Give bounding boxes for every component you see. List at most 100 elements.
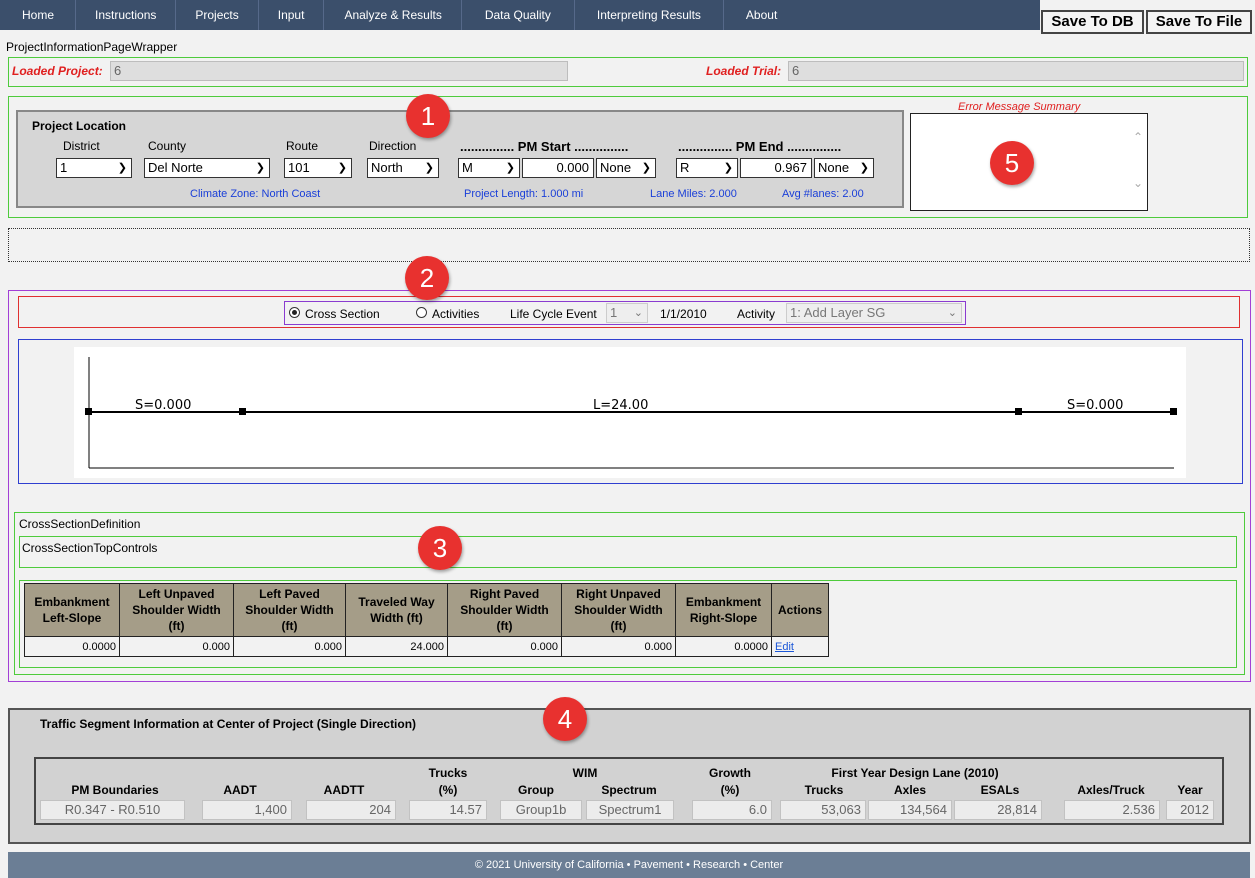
pm-end-prefix-select[interactable]: R ❯ — [676, 158, 738, 178]
header-trucks-pct: (%) — [438, 783, 458, 797]
value-pm-boundaries: R0.347 - R0.510 — [40, 800, 185, 820]
county-select[interactable]: Del Norte ❯ — [144, 158, 270, 178]
wrapper-label: ProjectInformationPageWrapper — [6, 40, 178, 54]
district-select[interactable]: 1 ❯ — [56, 158, 132, 178]
header-aadtt: AADTT — [323, 783, 365, 797]
nav-projects[interactable]: Projects — [176, 0, 259, 30]
chevron-down-icon: ❯ — [255, 162, 265, 174]
direction-select[interactable]: North ❯ — [367, 158, 439, 178]
pm-end-input[interactable]: 0.967 — [740, 158, 812, 178]
activity-select[interactable]: 1: Add Layer SG ⌄ — [786, 303, 962, 323]
callout-badge-4: 4 — [543, 697, 587, 741]
activity-label: Activity — [737, 307, 776, 321]
scroll-down-icon[interactable]: ⌄ — [1133, 176, 1143, 190]
cross-section-radio[interactable] — [289, 307, 300, 318]
node-marker — [1170, 408, 1177, 415]
table-header-row: Embankment Left-Slope Left Unpaved Shoul… — [24, 583, 829, 637]
value-growth-pct: 6.0 — [692, 800, 772, 820]
loaded-trial-field: 6 — [788, 61, 1244, 81]
edit-link[interactable]: Edit — [775, 641, 794, 653]
loaded-project-label: Loaded Project: — [12, 64, 103, 78]
cell-embankment-right: 0.0000 — [675, 636, 772, 657]
callout-badge-1: 1 — [406, 94, 450, 138]
cell-right-paved: 0.000 — [447, 636, 562, 657]
value-aadtt: 204 — [306, 800, 396, 820]
pm-start-prefix-select[interactable]: M ❯ — [458, 158, 520, 178]
group-first-year-header: First Year Design Lane (2010) — [831, 766, 999, 780]
nav-input[interactable]: Input — [259, 0, 325, 30]
loaded-trial-value: 6 — [792, 63, 800, 78]
table-row: 0.0000 0.000 0.000 24.000 0.000 0.000 0.… — [24, 636, 829, 657]
pm-start-input[interactable]: 0.000 — [522, 158, 594, 178]
project-length-text: Project Length: 1.000 mi — [464, 188, 584, 200]
value-esals: 28,814 — [954, 800, 1042, 820]
nav-about[interactable]: About — [724, 0, 799, 30]
direction-label: Direction — [369, 139, 417, 153]
radio-dot-icon — [292, 310, 297, 315]
cross-section-table: Embankment Left-Slope Left Unpaved Shoul… — [24, 583, 829, 657]
nav-interpreting-results[interactable]: Interpreting Results — [575, 0, 724, 30]
loaded-project-field: 6 — [110, 61, 568, 81]
value-year: 2012 — [1166, 800, 1214, 820]
cross-section-radio-label: Cross Section — [305, 307, 380, 321]
chevron-down-icon: ❯ — [337, 162, 347, 174]
life-cycle-select[interactable]: 1 ⌄ — [606, 303, 648, 323]
header-group: Group — [518, 783, 554, 797]
value-trucks: 53,063 — [780, 800, 866, 820]
cell-actions: Edit — [771, 636, 829, 657]
col-traveled-way: Traveled Way Width (ft) — [345, 583, 448, 637]
header-year: Year — [1177, 783, 1203, 797]
pm-start-suffix-select[interactable]: None ❯ — [596, 158, 656, 178]
loaded-project-value: 6 — [114, 63, 122, 78]
cross-section-top-controls-label: CrossSectionTopControls — [22, 541, 158, 555]
cell-embankment-left: 0.0000 — [24, 636, 120, 657]
scroll-up-icon[interactable]: ⌃ — [1133, 130, 1143, 144]
value-trucks-pct: 14.57 — [409, 800, 487, 820]
project-location-legend: Project Location — [32, 119, 127, 133]
col-actions: Actions — [771, 583, 829, 637]
nav-home[interactable]: Home — [0, 0, 77, 30]
chevron-down-icon: ❯ — [723, 162, 733, 174]
col-left-unpaved: Left Unpaved Shoulder Width (ft) — [119, 583, 234, 637]
top-nav: Home Instructions Projects Input Analyze… — [0, 0, 1040, 30]
chevron-down-icon: ❯ — [859, 162, 869, 174]
col-left-paved: Left Paved Shoulder Width (ft) — [233, 583, 346, 637]
chevron-down-icon: ❯ — [117, 162, 127, 174]
cell-left-paved: 0.000 — [233, 636, 346, 657]
cell-traveled-way: 24.000 — [345, 636, 448, 657]
col-embankment-left: Embankment Left-Slope — [24, 583, 120, 637]
chevron-down-icon: ❯ — [505, 162, 515, 174]
right-shoulder-label: S=0.000 — [1067, 398, 1124, 413]
district-label: District — [63, 139, 100, 153]
group-growth-header: Growth — [709, 766, 751, 780]
save-to-file-button[interactable]: Save To File — [1146, 10, 1252, 34]
pm-end-suffix-select[interactable]: None ❯ — [814, 158, 874, 178]
route-select[interactable]: 101 ❯ — [284, 158, 352, 178]
callout-badge-2: 2 — [405, 256, 449, 300]
left-shoulder-label: S=0.000 — [135, 398, 192, 413]
header-axles-truck: Axles/Truck — [1077, 783, 1145, 797]
lane-miles-text: Lane Miles: 2.000 — [650, 188, 737, 200]
cross-section-top-controls — [19, 536, 1237, 568]
event-date: 1/1/2010 — [660, 307, 707, 321]
nav-analyze-results[interactable]: Analyze & Results — [324, 0, 462, 30]
chevron-down-icon: ⌄ — [947, 307, 957, 319]
value-group: Group1b — [500, 800, 582, 820]
nav-data-quality[interactable]: Data Quality — [462, 0, 575, 30]
col-embankment-right: Embankment Right-Slope — [675, 583, 772, 637]
empty-panel — [8, 228, 1250, 262]
save-to-db-button[interactable]: Save To DB — [1041, 10, 1144, 34]
loaded-trial-label: Loaded Trial: — [706, 64, 782, 78]
node-marker — [1015, 408, 1022, 415]
value-axles-truck: 2.536 — [1064, 800, 1160, 820]
activities-radio-label: Activities — [432, 307, 480, 321]
error-summary-title: Error Message Summary — [958, 101, 1081, 113]
header-esals: ESALs — [980, 783, 1020, 797]
lane-width-label: L=24.00 — [593, 398, 649, 413]
value-spectrum: Spectrum1 — [586, 800, 674, 820]
node-marker — [85, 408, 92, 415]
callout-badge-3: 3 — [418, 526, 462, 570]
nav-instructions[interactable]: Instructions — [76, 0, 177, 30]
pm-start-label: ............... PM Start ............... — [460, 139, 629, 154]
activities-radio[interactable] — [416, 307, 427, 318]
